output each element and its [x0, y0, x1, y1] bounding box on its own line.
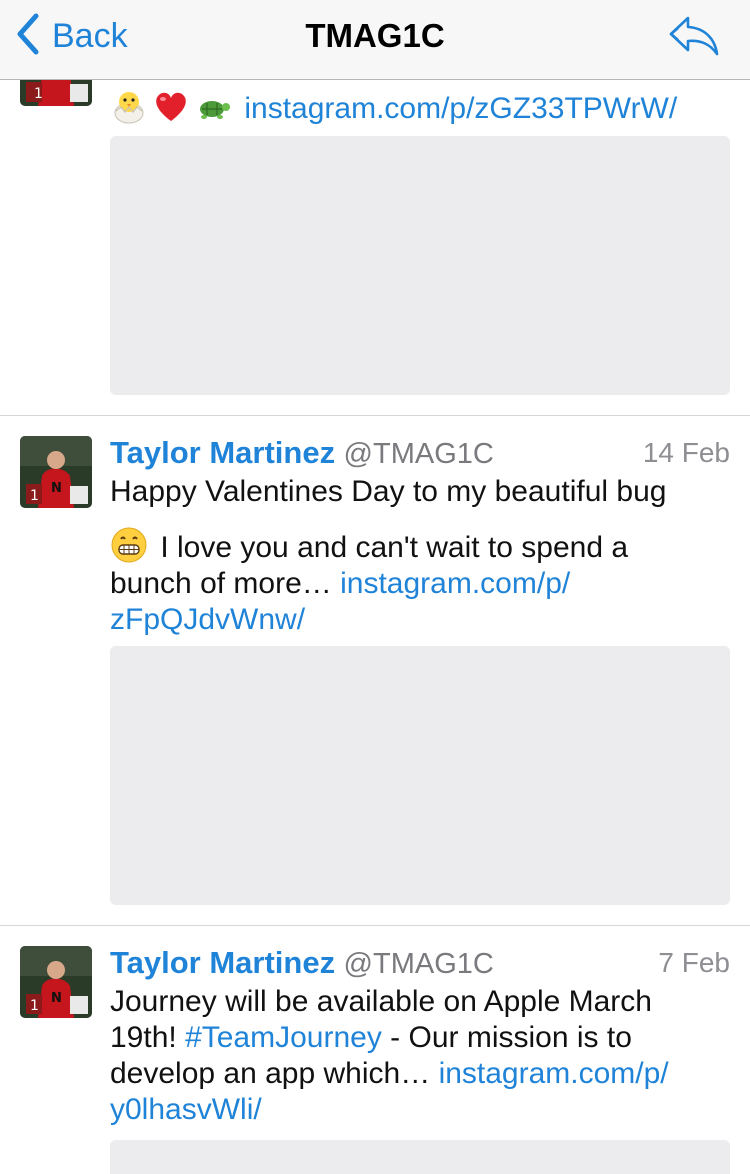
tweet-line-text: I love you and can't wait to spend a [152, 531, 629, 564]
tweet-line-text: bunch of more… [110, 567, 341, 600]
tweet-line: I love you and can't wait to spend a [110, 526, 730, 566]
tweet-link[interactable]: y0lhasvWli/ [110, 1092, 730, 1128]
tweet-item[interactable]: N 1 Taylor Martinez @TMAG1C 14 Feb Happy… [0, 416, 750, 925]
tweet-line: develop an app which… instagram.com/p/ [110, 1056, 730, 1092]
svg-text:1: 1 [34, 86, 43, 102]
reply-button[interactable] [668, 14, 720, 58]
svg-text:N: N [51, 481, 62, 496]
tweet-link[interactable]: zFpQJdvWnw/ [110, 602, 730, 638]
tweet-line: 19th! #TeamJourney - Our mission is to [110, 1020, 730, 1056]
turtle-emoji [194, 87, 232, 125]
author-handle[interactable]: @TMAG1C [344, 948, 494, 980]
tweet-line: Happy Valentines Day to my beautiful bug [110, 475, 667, 508]
grinning-face-emoji [110, 526, 148, 564]
page-title: TMAG1C [305, 17, 445, 54]
red-heart-emoji [152, 87, 190, 125]
tweet-line: bunch of more… instagram.com/p/ [110, 566, 730, 602]
author-name[interactable]: Taylor Martinez [110, 435, 335, 470]
media-preview[interactable] [110, 1140, 730, 1174]
tweet-header: Taylor Martinez @TMAG1C 7 Feb [110, 945, 730, 985]
tweet-text: instagram.com/p/zGZ33TPWrW/ [110, 87, 730, 127]
avatar[interactable]: N 1 [20, 946, 92, 1018]
navigation-bar: Back TMAG1C [0, 0, 750, 80]
avatar[interactable]: N 1 [20, 436, 92, 508]
tweet-line: Journey will be available on Apple March [110, 985, 652, 1018]
hashtag-link[interactable]: #TeamJourney [185, 1021, 382, 1054]
tweet-timestamp: 7 Feb [658, 947, 730, 978]
tweet-item[interactable]: N 1 Taylor Martinez @TMAG1C 7 Feb Journe… [0, 926, 750, 1174]
tweet-link[interactable]: instagram.com/p/zGZ33TPWrW/ [244, 92, 677, 125]
reply-arrow-icon [668, 16, 720, 62]
tweet-line-text: - Our mission is to [381, 1021, 632, 1054]
tweet-line-text: develop an app which… [110, 1057, 439, 1090]
svg-text:1: 1 [30, 488, 39, 504]
hatching-chick-emoji [110, 87, 148, 125]
tweet-link[interactable]: instagram.com/p/ [340, 567, 570, 600]
author-handle[interactable]: @TMAG1C [344, 438, 494, 470]
tweet-line-text: 19th! [110, 1021, 186, 1054]
svg-text:1: 1 [30, 998, 39, 1014]
tweet-link[interactable]: instagram.com/p/ [439, 1057, 669, 1090]
tweet-header: Taylor Martinez @TMAG1C 14 Feb [110, 435, 730, 475]
svg-text:N: N [51, 991, 62, 1006]
tweet-timestamp: 14 Feb [642, 437, 730, 468]
author-name[interactable]: Taylor Martinez [110, 945, 335, 980]
media-preview[interactable] [110, 136, 730, 395]
media-preview[interactable] [110, 646, 730, 905]
tweet-text: Happy Valentines Day to my beautiful bug… [110, 474, 730, 638]
tweet-text: Journey will be available on Apple March… [110, 984, 730, 1128]
